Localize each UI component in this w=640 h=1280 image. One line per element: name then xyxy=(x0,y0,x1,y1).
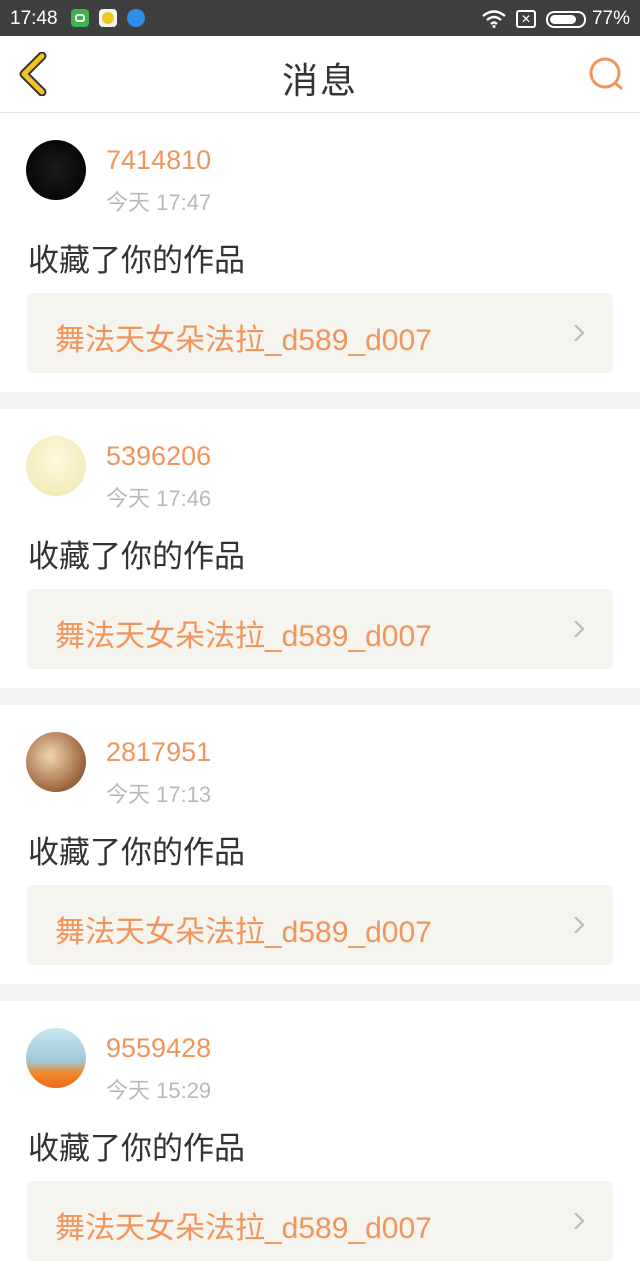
chevron-right-icon xyxy=(574,620,585,638)
divider xyxy=(0,984,640,1001)
username-link[interactable]: 9559428 xyxy=(106,1033,211,1064)
work-title: 舞法天女朵法拉_d589_d007 xyxy=(55,324,432,357)
message-action-text: 收藏了你的作品 xyxy=(28,243,245,279)
message-list: 7414810 今天 17:47 收藏了你的作品 舞法天女朵法拉_d589_d0… xyxy=(0,113,640,1280)
message-time: 今天 15:29 xyxy=(106,1078,212,1103)
divider xyxy=(0,688,640,705)
work-link-box[interactable]: 舞法天女朵法拉_d589_d007 xyxy=(27,293,613,373)
message-card: 2817951 今天 17:13 收藏了你的作品 舞法天女朵法拉_d589_d0… xyxy=(0,705,640,984)
top-bar: 消息 xyxy=(0,36,640,113)
message-action-text: 收藏了你的作品 xyxy=(28,835,245,871)
username-link[interactable]: 7414810 xyxy=(106,145,211,176)
chevron-right-icon xyxy=(574,324,585,342)
wechat-notification-icon xyxy=(71,9,89,27)
search-icon[interactable] xyxy=(586,56,626,92)
chevron-right-icon xyxy=(574,1212,585,1230)
username-link[interactable]: 2817951 xyxy=(106,737,211,768)
message-card: 9559428 今天 15:29 收藏了你的作品 舞法天女朵法拉_d589_d0… xyxy=(0,1001,640,1280)
browser-notification-icon xyxy=(127,9,145,27)
message-action-text: 收藏了你的作品 xyxy=(28,539,245,575)
wifi-icon xyxy=(482,10,506,28)
work-link-box[interactable]: 舞法天女朵法拉_d589_d007 xyxy=(27,1181,613,1261)
work-title: 舞法天女朵法拉_d589_d007 xyxy=(55,1212,432,1245)
divider xyxy=(0,392,640,409)
status-time: 17:48 xyxy=(10,8,58,29)
message-time: 今天 17:47 xyxy=(106,190,212,215)
message-card: 5396206 今天 17:46 收藏了你的作品 舞法天女朵法拉_d589_d0… xyxy=(0,409,640,688)
battery-icon xyxy=(545,10,586,28)
message-card: 7414810 今天 17:47 收藏了你的作品 舞法天女朵法拉_d589_d0… xyxy=(0,113,640,392)
battery-percent: 77% xyxy=(591,8,630,29)
message-time: 今天 17:46 xyxy=(106,486,212,511)
avatar[interactable] xyxy=(26,436,86,496)
avatar[interactable] xyxy=(26,1028,86,1088)
app-notification-icon xyxy=(99,9,117,27)
no-sim-icon: ✕ xyxy=(515,10,536,28)
work-link-box[interactable]: 舞法天女朵法拉_d589_d007 xyxy=(27,589,613,669)
work-title: 舞法天女朵法拉_d589_d007 xyxy=(55,620,432,653)
avatar[interactable] xyxy=(26,140,86,200)
work-link-box[interactable]: 舞法天女朵法拉_d589_d007 xyxy=(27,885,613,965)
work-title: 舞法天女朵法拉_d589_d007 xyxy=(55,916,432,949)
message-action-text: 收藏了你的作品 xyxy=(28,1131,245,1167)
username-link[interactable]: 5396206 xyxy=(106,441,211,472)
message-time: 今天 17:13 xyxy=(106,782,212,807)
status-bar: 17:48 ✕ 77% xyxy=(0,0,640,36)
page-title: 消息 xyxy=(281,61,358,102)
avatar[interactable] xyxy=(26,732,86,792)
chevron-right-icon xyxy=(574,916,585,934)
